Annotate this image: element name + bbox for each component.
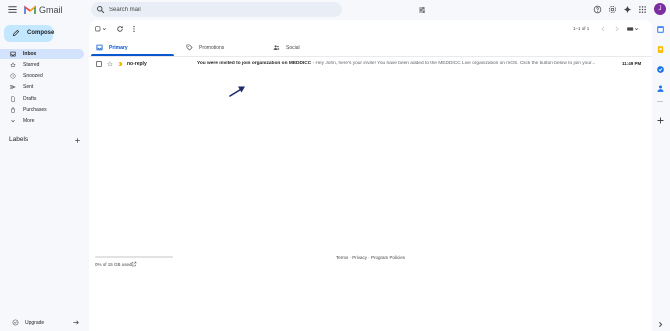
add-addon-icon[interactable] <box>656 116 665 125</box>
email-snippet: - Hey John, here's your invite! You have… <box>311 61 596 66</box>
star-icon <box>10 62 16 68</box>
row-checkbox[interactable] <box>96 61 102 67</box>
hide-side-panel-icon[interactable] <box>656 320 665 329</box>
gmail-logo[interactable]: Gmail <box>24 4 63 15</box>
refresh-icon[interactable] <box>116 25 124 33</box>
search-input[interactable] <box>109 4 309 15</box>
category-tabs: Primary Promotions Social <box>89 39 652 56</box>
tab-label: Social <box>286 45 300 51</box>
email-subject-snippet: You were invited to join organization on… <box>197 61 610 66</box>
sidebar-item-label: Sent <box>23 84 34 90</box>
tab-label: Promotions <box>199 45 225 51</box>
compose-button[interactable]: Compose <box>4 25 55 42</box>
email-time: 11:49 PM <box>622 61 642 66</box>
sidebar-item-label: Inbox <box>23 51 37 57</box>
important-marker-icon[interactable] <box>118 61 123 67</box>
pagination-count: 1–1 of 1 <box>573 26 590 31</box>
draft-icon <box>10 96 16 102</box>
tab-promotions[interactable]: Promotions <box>179 39 267 56</box>
older-page-icon[interactable] <box>613 25 621 33</box>
tabs-divider <box>89 56 652 57</box>
sidebar-item-purchases[interactable]: Purchases <box>0 105 84 115</box>
tab-primary[interactable]: Primary <box>89 39 177 56</box>
pencil-icon <box>12 29 20 37</box>
email-sender: no-reply <box>127 61 147 67</box>
sidebar-item-label: More <box>23 118 35 124</box>
tab-label: Primary <box>109 45 128 51</box>
rail-divider <box>657 101 663 102</box>
inbox-icon <box>96 44 103 51</box>
storage-usage-text: 0% of 15 GB used <box>95 262 132 267</box>
sidebar-item-label: Drafts <box>23 96 37 102</box>
storage-usage-bar <box>95 256 173 258</box>
gemini-sparkle-icon[interactable] <box>623 5 632 14</box>
footer-links[interactable]: Terms · Privacy · Program Policies <box>336 255 405 260</box>
top-bar: Gmail J <box>0 0 670 20</box>
external-link-icon[interactable] <box>131 261 137 267</box>
send-icon <box>10 84 16 90</box>
keep-icon[interactable] <box>656 45 665 54</box>
annotation-arrow-icon <box>229 86 245 97</box>
tasks-icon[interactable] <box>656 65 665 74</box>
upgrade-label: Upgrade <box>25 320 45 326</box>
newer-page-icon[interactable] <box>599 25 607 33</box>
purchases-icon <box>10 107 16 113</box>
apps-grid-icon[interactable] <box>638 5 647 14</box>
tab-social[interactable]: Social <box>266 39 354 56</box>
search-icon[interactable] <box>96 5 105 14</box>
gmail-m-icon <box>24 5 36 14</box>
star-icon[interactable] <box>107 61 113 67</box>
sidebar-item-snoozed[interactable]: Snoozed <box>0 71 84 81</box>
chevron-down-icon <box>10 118 16 124</box>
help-icon[interactable] <box>593 5 602 14</box>
add-label-icon[interactable] <box>74 137 81 144</box>
sidebar-item-more[interactable]: More <box>0 116 84 126</box>
calendar-icon[interactable] <box>656 25 665 34</box>
sidebar-item-label: Starred <box>23 62 40 68</box>
mail-list-panel: 1–1 of 1 Primary Promotions Social no-re… <box>89 20 652 331</box>
people-icon <box>273 44 280 51</box>
sidebar-item-drafts[interactable]: Drafts <box>0 94 84 104</box>
labels-heading: Labels <box>9 136 29 143</box>
sidebar-item-inbox[interactable]: Inbox <box>0 49 84 59</box>
email-row[interactable]: no-reply You were invited to join organi… <box>89 59 652 69</box>
account-avatar[interactable]: J <box>654 3 666 15</box>
clock-icon <box>10 73 16 79</box>
contacts-icon[interactable] <box>656 84 665 93</box>
sidebar-item-label: Snoozed <box>23 73 43 79</box>
sidebar-item-label: Purchases <box>23 107 47 113</box>
compose-label: Compose <box>27 30 55 36</box>
email-subject: You were invited to join organization on… <box>197 61 312 66</box>
app-name: Gmail <box>39 4 63 15</box>
input-tools-icon[interactable] <box>626 25 639 33</box>
search-bar[interactable] <box>91 2 425 17</box>
upgrade-storage-button[interactable]: Upgrade <box>0 317 85 328</box>
main-menu-icon[interactable] <box>7 4 18 15</box>
select-all-checkbox[interactable] <box>95 25 107 33</box>
arrow-right-icon <box>72 319 80 326</box>
settings-gear-icon[interactable] <box>608 5 617 14</box>
tag-icon <box>186 44 193 51</box>
inbox-icon <box>10 51 16 57</box>
more-options-icon[interactable] <box>130 25 138 33</box>
sidebar-item-sent[interactable]: Sent <box>0 82 84 92</box>
storage-shield-icon <box>12 319 19 326</box>
sidebar-item-starred[interactable]: Starred <box>0 60 84 70</box>
search-options-icon[interactable] <box>418 6 426 14</box>
